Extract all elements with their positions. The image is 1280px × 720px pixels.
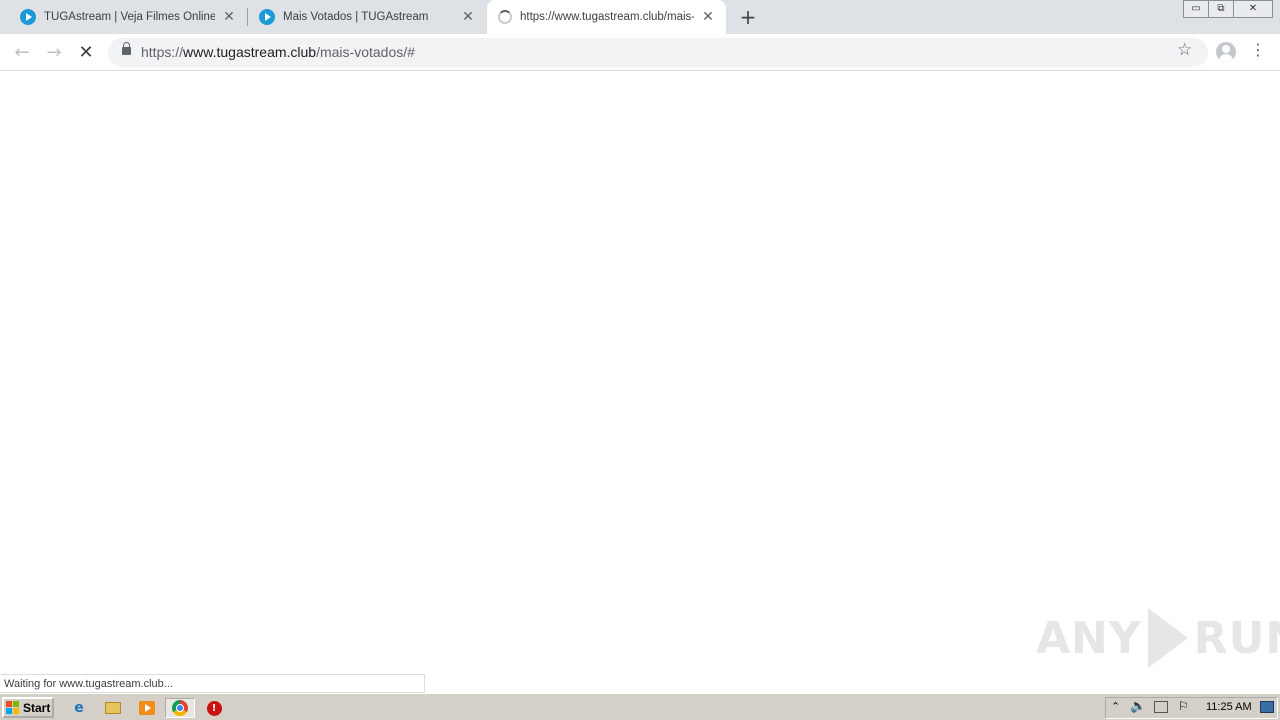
volume-icon[interactable]: 🔈: [1130, 699, 1146, 714]
bookmark-star-icon[interactable]: ☆: [1177, 40, 1192, 60]
tab-title: https://www.tugastream.club/mais-v: [520, 11, 694, 23]
browser-toolbar: ← → ✕ https://www.tugastream.club/mais-v…: [0, 34, 1280, 71]
kebab-menu-icon[interactable]: ⋮: [1250, 40, 1266, 59]
page-content: [0, 72, 1280, 692]
restore-button[interactable]: ⧉: [1208, 0, 1234, 18]
tab-close-icon[interactable]: ✕: [460, 9, 476, 25]
tugastream-favicon-icon: [20, 9, 36, 25]
profile-avatar-icon[interactable]: [1216, 42, 1236, 62]
show-desktop-icon[interactable]: [1260, 701, 1274, 713]
tab-close-icon[interactable]: ✕: [221, 9, 237, 25]
action-center-flag-icon[interactable]: ⚐: [1178, 699, 1189, 713]
media-player-icon[interactable]: [137, 698, 157, 718]
tab-strip: TUGAstream | Veja Filmes Online Leg ✕ Ma…: [0, 0, 1280, 34]
windows-taskbar: Start e ! ⌃ 🔈 ⚐ 11:25 AM: [0, 693, 1280, 720]
tray-expand-icon[interactable]: ⌃: [1111, 700, 1120, 713]
stop-loading-icon[interactable]: ✕: [73, 40, 99, 66]
taskbar-clock[interactable]: 11:25 AM: [1206, 701, 1252, 713]
folder-icon[interactable]: [103, 698, 123, 718]
lock-icon[interactable]: [122, 42, 131, 55]
close-window-button[interactable]: ✕: [1233, 0, 1273, 18]
internet-explorer-icon[interactable]: e: [69, 698, 89, 718]
tab-title: Mais Votados | TUGAstream: [283, 11, 429, 23]
back-arrow-icon[interactable]: ←: [9, 40, 35, 66]
system-tray: ⌃ 🔈 ⚐: [1105, 697, 1278, 719]
network-icon[interactable]: [1154, 701, 1168, 713]
tugastream-favicon-icon: [259, 9, 275, 25]
tab-mais-votados[interactable]: Mais Votados | TUGAstream ✕: [248, 0, 486, 34]
start-button[interactable]: Start: [2, 697, 54, 718]
tab-close-icon[interactable]: ✕: [700, 9, 716, 25]
tab-title: TUGAstream | Veja Filmes Online Leg: [44, 11, 215, 23]
anyrun-watermark: ANY RUN: [1036, 605, 1280, 671]
status-bubble: Waiting for www.tugastream.club...: [0, 674, 425, 693]
start-label: Start: [23, 700, 51, 715]
play-logo-icon: [1147, 608, 1188, 668]
url-text[interactable]: https://www.tugastream.club/mais-votados…: [141, 44, 415, 60]
tab-active-loading[interactable]: https://www.tugastream.club/mais-v ✕: [487, 0, 726, 34]
new-tab-button[interactable]: +: [737, 5, 759, 29]
chrome-taskbar-icon[interactable]: [165, 698, 195, 718]
forward-arrow-icon[interactable]: →: [41, 40, 67, 66]
address-bar[interactable]: https://www.tugastream.club/mais-votados…: [108, 38, 1208, 67]
windows-logo-icon: [6, 701, 20, 714]
minimize-button[interactable]: ▭: [1183, 0, 1209, 18]
loading-spinner-icon: [498, 10, 512, 24]
tab-tugastream-home[interactable]: TUGAstream | Veja Filmes Online Leg ✕: [0, 0, 247, 34]
stop-sign-icon[interactable]: !: [204, 698, 224, 718]
